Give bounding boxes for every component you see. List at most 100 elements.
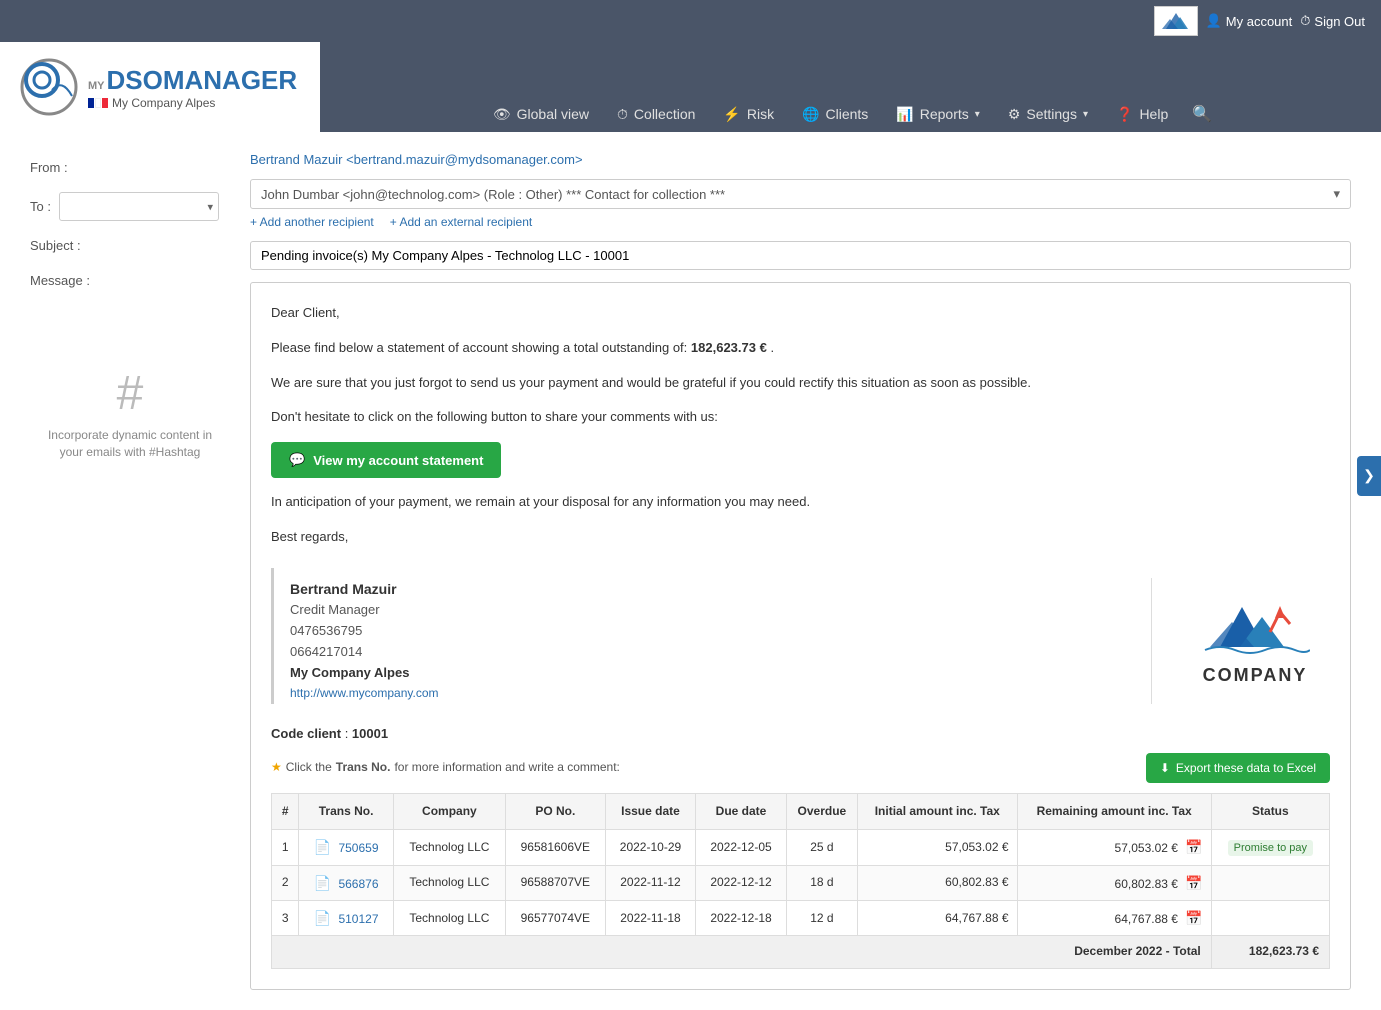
row-due-date: 2022-12-18 [696,900,787,935]
row-status [1211,865,1329,900]
body-p5: Best regards, [271,527,1330,548]
row-trans-no: 📄 750659 [299,830,394,865]
calendar-icon[interactable]: 📅 [1185,910,1202,926]
to-field-row: John Dumbar <john@technolog.com> (Role :… [250,179,1351,209]
logo-my: MY [88,80,105,92]
trans-no-link[interactable]: 566876 [338,877,378,891]
to-dropdown-arrow[interactable]: ▾ [1333,186,1340,202]
col-trans-no: Trans No. [299,793,394,829]
global-view-icon: 👁 [493,106,511,123]
hashtag-icon: # [40,366,220,421]
star-icon: ★ [271,758,282,777]
row-company: Technolog LLC [393,900,505,935]
company-logo-svg [1200,592,1310,657]
subject-line [250,241,1351,270]
total-value: 182,623.73 € [1211,936,1329,968]
signature-block: Bertrand Mazuir Credit Manager 047653679… [271,568,1330,704]
col-initial-amount: Initial amount inc. Tax [858,793,1018,829]
nav-global-view[interactable]: 👁 Global view [481,98,601,131]
sig-company: My Company Alpes [290,663,1123,684]
chevron-right-icon: ❯ [1363,467,1375,484]
search-icon[interactable]: 🔍 [1184,96,1220,132]
greeting: Dear Client, [271,303,1330,324]
row-initial-amount: 64,767.88 € [858,900,1018,935]
col-num: # [272,793,299,829]
body-p1: Please find below a statement of account… [271,338,1330,359]
toggle-sidebar-button[interactable]: ❯ [1357,456,1381,496]
export-excel-button[interactable]: ⬇ Export these data to Excel [1146,753,1330,783]
account-area: COMPANY 👤 My account ⏱ Sign Out [1154,6,1365,36]
logo-manager: MANAGER [163,65,297,96]
nav-help[interactable]: ❓ Help [1104,98,1180,131]
row-overdue: 12 d [786,900,857,935]
reports-icon: 📊 [896,106,913,123]
my-account-link[interactable]: 👤 My account [1206,13,1293,29]
left-sidebar: From : To : ▾ Subject : Message : # Inco… [30,152,230,990]
row-remaining-amount: 57,053.02 € 📅 [1017,830,1211,865]
row-overdue: 18 d [786,865,857,900]
add-recipient-link[interactable]: + Add another recipient [250,215,374,229]
email-body: Dear Client, Please find below a stateme… [250,282,1351,990]
nav-risk[interactable]: ⚡ Risk [711,98,786,131]
nav-collection[interactable]: ⏱ Collection [605,98,707,131]
sig-phone2: 0664217014 [290,642,1123,663]
sign-out-link[interactable]: ⏱ Sign Out [1300,13,1365,29]
from-row: From : [30,152,230,183]
view-statement-button[interactable]: 💬 View my account statement [271,442,501,478]
body-p2: We are sure that you just forgot to send… [271,373,1330,394]
to-select[interactable] [59,192,219,221]
to-value-display: John Dumbar <john@technolog.com> (Role :… [261,187,725,202]
row-trans-no: 📄 566876 [299,865,394,900]
col-remaining-amount: Remaining amount inc. Tax [1017,793,1211,829]
sig-website-link[interactable]: http://www.mycompany.com [290,686,439,700]
from-line: Bertrand Mazuir <bertrand.mazuir@mydsoma… [250,152,1351,167]
invoices-table: # Trans No. Company PO No. Issue date Du… [271,793,1330,969]
account-logo: COMPANY [1154,6,1198,36]
table-row: 3 📄 510127 Technolog LLC 96577074VE 2022… [272,900,1330,935]
hashtag-text: Incorporate dynamic content in your emai… [40,427,220,461]
row-initial-amount: 57,053.02 € [858,830,1018,865]
row-po-no: 96588707VE [505,865,605,900]
trans-no-link[interactable]: 750659 [338,841,378,855]
col-issue-date: Issue date [605,793,696,829]
nav-settings[interactable]: ⚙ Settings ▾ [996,98,1100,131]
settings-icon: ⚙ [1008,106,1021,123]
logo-dso: DSO [107,65,163,96]
pdf-icon: 📄 [314,910,331,926]
row-num: 2 [272,865,299,900]
col-overdue: Overdue [786,793,857,829]
company-logo-text: COMPANY [1203,661,1308,690]
main-content: From : To : ▾ Subject : Message : # Inco… [0,132,1381,1010]
row-num: 3 [272,900,299,935]
table-header-row: # Trans No. Company PO No. Issue date Du… [272,793,1330,829]
message-label-left: Message : [30,265,230,296]
sig-logo-area: COMPANY [1180,578,1330,704]
add-external-recipient-link[interactable]: + Add an external recipient [390,215,532,229]
main-nav: 👁 Global view ⏱ Collection ⚡ Risk 🌐 Clie… [320,96,1381,132]
status-badge: Promise to pay [1228,840,1313,856]
row-issue-date: 2022-10-29 [605,830,696,865]
sig-phone1: 0476536795 [290,621,1123,642]
from-label: From : [30,152,68,183]
row-issue-date: 2022-11-12 [605,865,696,900]
nav-clients[interactable]: 🌐 Clients [790,98,880,131]
row-num: 1 [272,830,299,865]
subject-input[interactable] [250,241,1351,270]
row-overdue: 25 d [786,830,857,865]
row-trans-no: 📄 510127 [299,900,394,935]
row-company: Technolog LLC [393,830,505,865]
outstanding-amount: 182,623.73 € [691,340,767,355]
sig-name: Bertrand Mazuir [290,578,1123,600]
trans-no-link[interactable]: 510127 [338,912,378,926]
calendar-icon[interactable]: 📅 [1185,839,1202,855]
risk-icon: ⚡ [723,106,740,123]
row-status: Promise to pay [1211,830,1329,865]
clients-icon: 🌐 [802,106,819,123]
from-value: Bertrand Mazuir <bertrand.mazuir@mydsoma… [250,152,583,167]
code-client: Code client : 10001 [271,724,1330,745]
col-po-no: PO No. [505,793,605,829]
row-remaining-amount: 60,802.83 € 📅 [1017,865,1211,900]
logo-icon [20,58,78,116]
nav-reports[interactable]: 📊 Reports ▾ [884,98,992,131]
calendar-icon[interactable]: 📅 [1185,875,1202,891]
